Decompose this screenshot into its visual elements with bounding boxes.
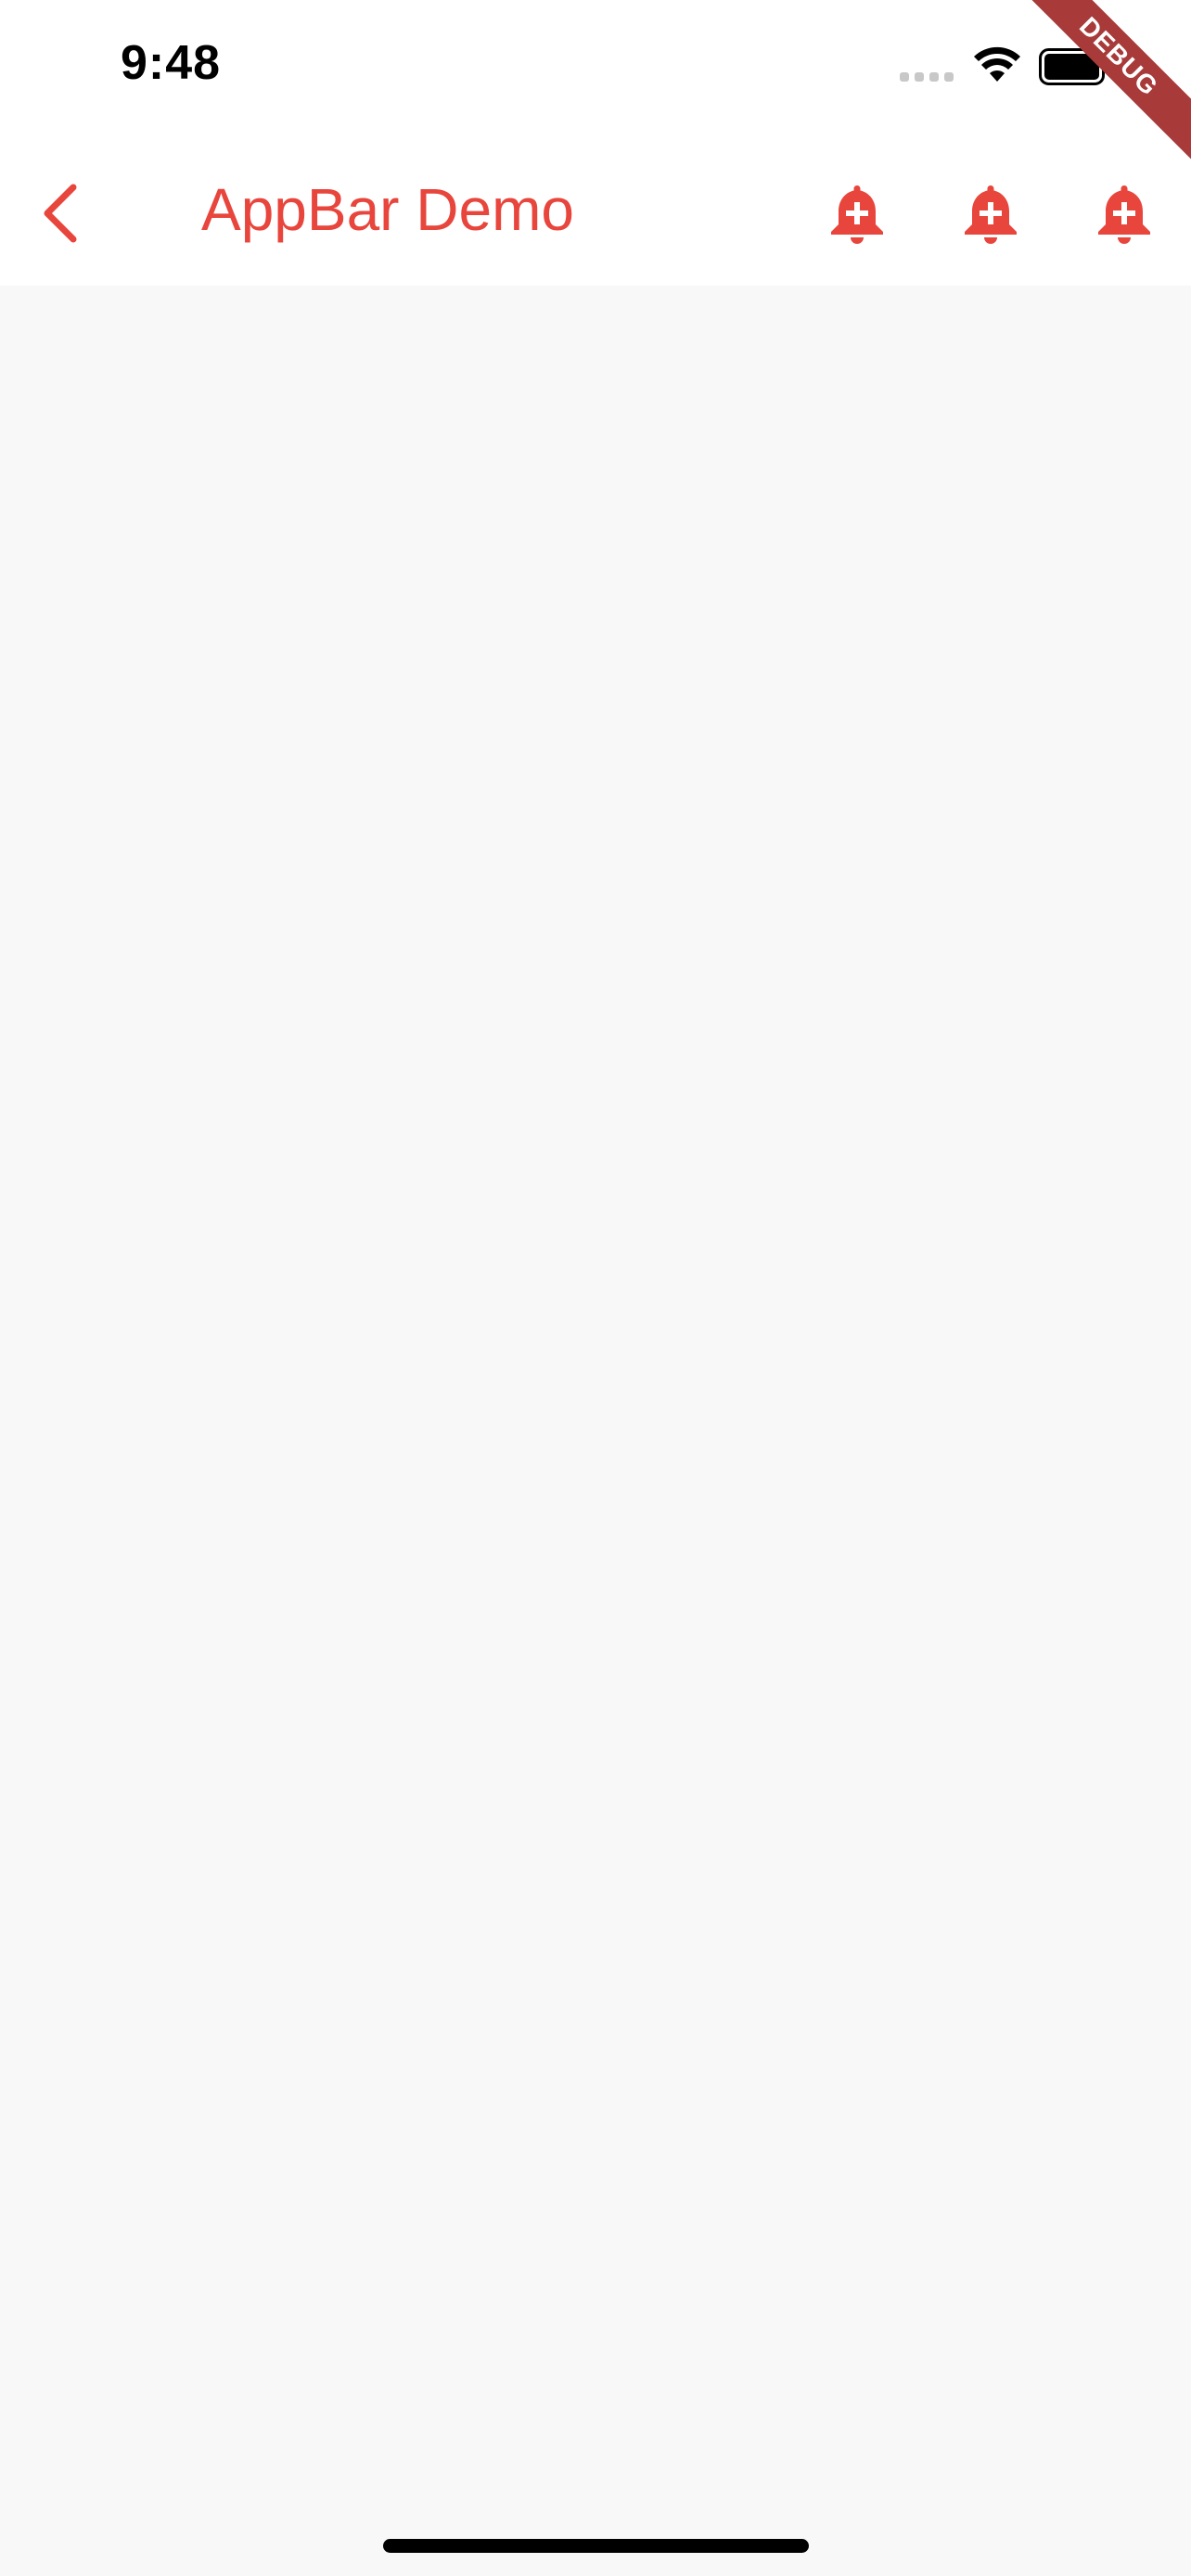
battery-icon [1039,48,1110,85]
back-button[interactable] [28,178,93,249]
add-alert-bell-icon [965,185,1017,244]
wifi-icon [974,46,1020,82]
page-body [0,286,1191,2576]
add-alert-bell-icon [1098,185,1150,244]
add-alert-button-2[interactable] [952,174,1030,252]
status-time: 9:48 [121,36,222,90]
app-bar: AppBar Demo [0,139,1191,286]
add-alert-button-1[interactable] [818,174,896,252]
add-alert-button-3[interactable] [1085,174,1163,252]
cellular-signal-icon [900,72,954,82]
home-indicator[interactable] [383,2539,809,2553]
chevron-left-icon [44,184,77,243]
page-title: AppBar Demo [201,176,574,243]
status-bar: 9:48 [0,0,1191,139]
add-alert-bell-icon [831,185,883,244]
